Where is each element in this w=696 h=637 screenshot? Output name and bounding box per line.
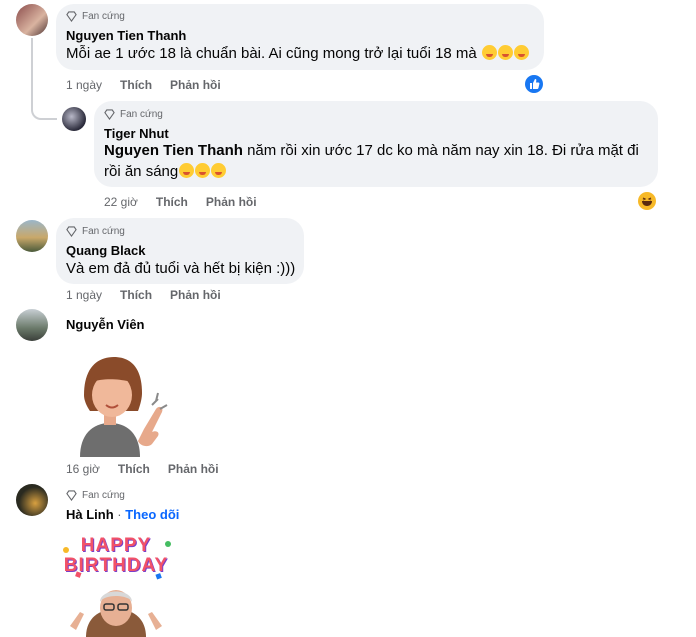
- author-name[interactable]: Hà Linh: [66, 507, 114, 522]
- author-name[interactable]: Quang Black: [66, 243, 145, 258]
- reply-button[interactable]: Phản hồi: [170, 288, 221, 302]
- fan-badge: Fan cứng: [66, 226, 125, 237]
- reply-button[interactable]: Phản hồi: [168, 462, 219, 476]
- fan-badge: Fan cứng: [66, 490, 125, 501]
- author-line: Hà Linh · Theo dõi: [66, 507, 180, 522]
- like-button[interactable]: Thích: [118, 462, 150, 476]
- avatar[interactable]: [16, 309, 48, 341]
- mention-link[interactable]: Nguyen Tien Thanh: [104, 142, 243, 159]
- clapping-avatar-sticker: [66, 345, 178, 457]
- diamond-icon: [66, 490, 77, 501]
- fan-badge: Fan cứng: [66, 11, 125, 22]
- birthday-sticker-text: HAPPY BIRTHDAY: [63, 535, 169, 576]
- comment-text: Và em đả đủ tuổi và hết bị kiện :))): [66, 260, 296, 277]
- comment-text-line2: rồi ăn sáng: [104, 162, 227, 182]
- badge-label: Fan cứng: [82, 490, 125, 501]
- follow-button[interactable]: Theo dõi: [125, 507, 179, 522]
- comment-meta: 1 ngày Thích Phản hồi: [66, 78, 221, 92]
- avatar[interactable]: [16, 220, 48, 252]
- diamond-icon: [104, 109, 115, 120]
- timestamp[interactable]: 16 giờ: [66, 462, 100, 476]
- comment-text: Mỗi ae 1 ước 18 là chuẩn bài. Ai cũng mo…: [66, 44, 529, 64]
- author-name[interactable]: Nguyễn Viên: [66, 317, 145, 332]
- diamond-icon: [66, 226, 77, 237]
- fan-badge: Fan cứng: [104, 109, 163, 120]
- comment-meta: 22 giờ Thích Phản hồi: [104, 195, 257, 209]
- rofl-emoji-icon: [179, 163, 195, 178]
- badge-label: Fan cứng: [82, 226, 125, 237]
- comment-meta: 16 giờ Thích Phản hồi: [66, 462, 219, 476]
- like-button[interactable]: Thích: [156, 195, 188, 209]
- reply-button[interactable]: Phản hồi: [206, 195, 257, 209]
- avatar[interactable]: [16, 4, 48, 36]
- author-name[interactable]: Tiger Nhut: [104, 126, 169, 141]
- kiss-emoji-icon: [481, 45, 497, 60]
- kiss-emoji-icon: [513, 45, 529, 60]
- happy-birthday-sticker: HAPPY BIRTHDAY: [56, 530, 176, 637]
- timestamp[interactable]: 1 ngày: [66, 78, 102, 92]
- thread-line: [31, 38, 57, 120]
- comment-meta: 1 ngày Thích Phản hồi: [66, 288, 221, 302]
- diamond-icon: [66, 11, 77, 22]
- timestamp[interactable]: 22 giờ: [104, 195, 138, 209]
- comment-text: Nguyen Tien Thanh năm rồi xin ước 17 dc …: [104, 142, 639, 159]
- like-reaction-icon[interactable]: [525, 75, 543, 93]
- like-button[interactable]: Thích: [120, 78, 152, 92]
- badge-label: Fan cứng: [120, 109, 163, 120]
- rofl-emoji-icon: [211, 163, 227, 178]
- author-name[interactable]: Nguyen Tien Thanh: [66, 28, 186, 43]
- avatar[interactable]: [16, 484, 48, 516]
- like-button[interactable]: Thích: [120, 288, 152, 302]
- avatar[interactable]: [62, 107, 86, 131]
- rofl-emoji-icon: [195, 163, 211, 178]
- kiss-emoji-icon: [497, 45, 513, 60]
- timestamp[interactable]: 1 ngày: [66, 288, 102, 302]
- reply-button[interactable]: Phản hồi: [170, 78, 221, 92]
- haha-reaction-icon[interactable]: [638, 192, 656, 210]
- badge-label: Fan cứng: [82, 11, 125, 22]
